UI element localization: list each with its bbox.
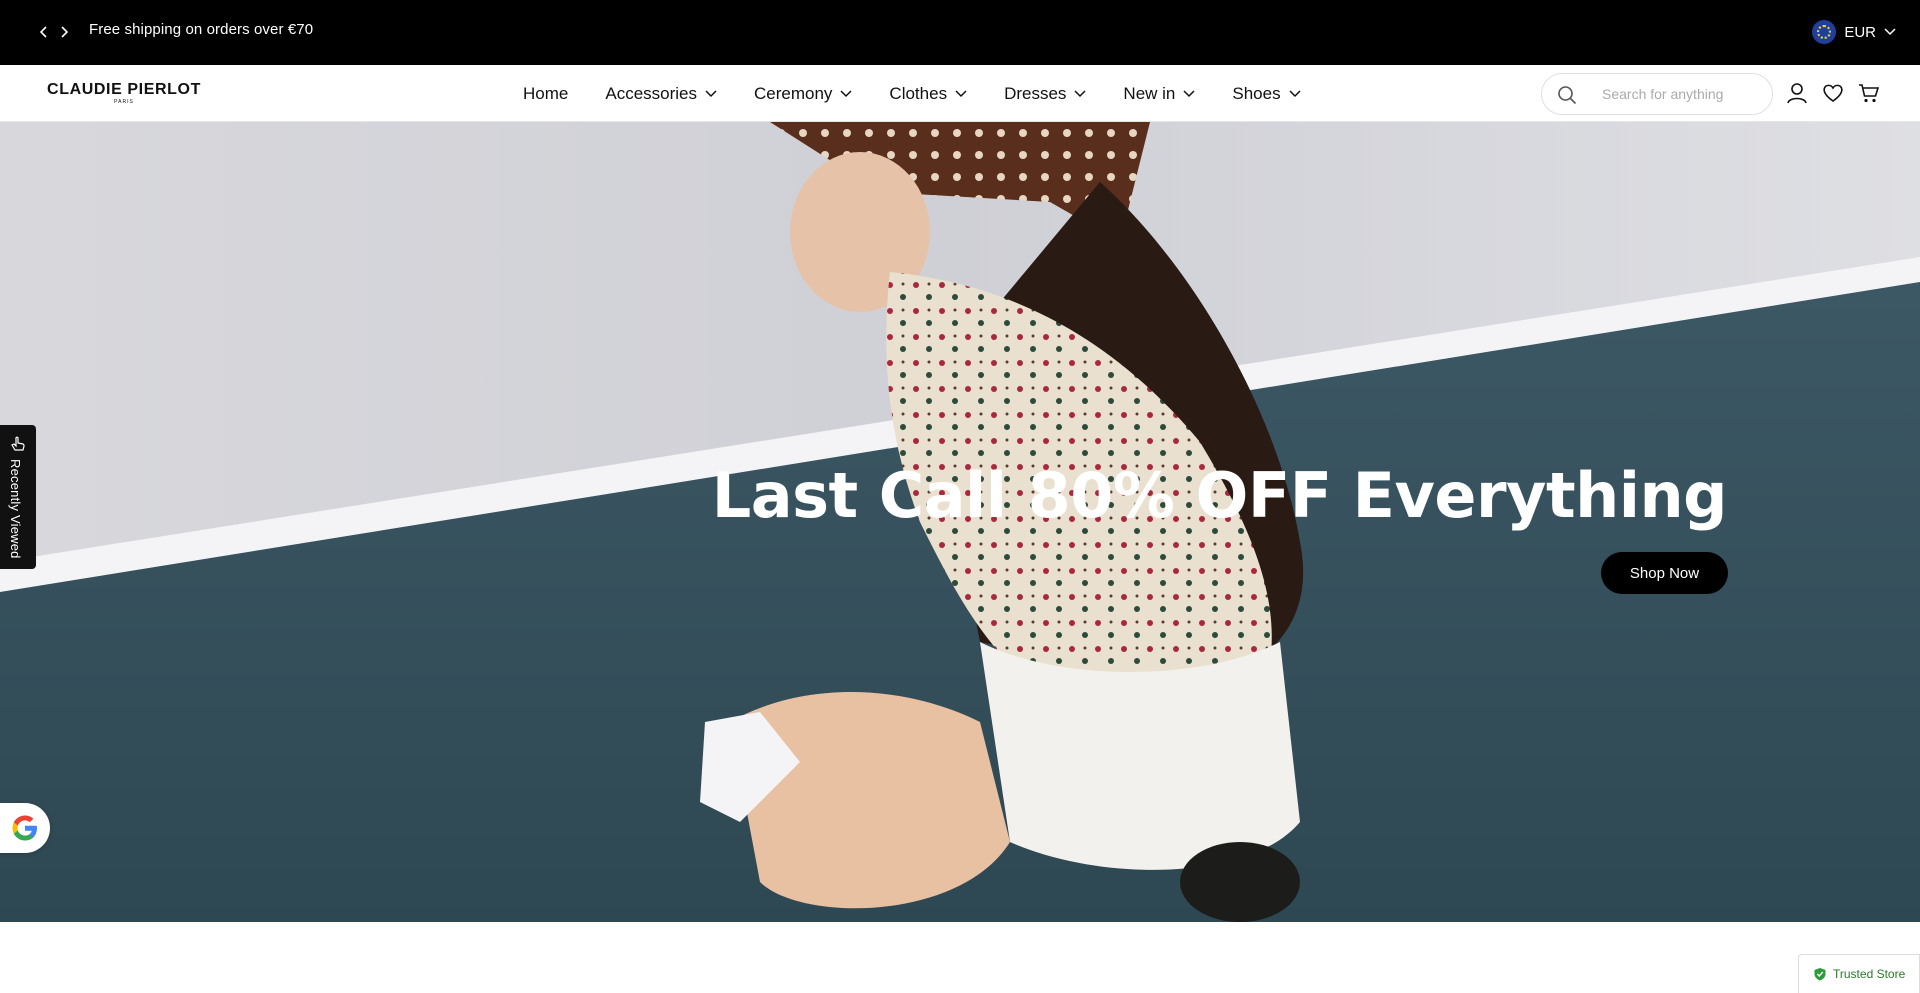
chevron-down-icon [1074, 89, 1086, 97]
nav-label: Accessories [605, 83, 697, 103]
logo[interactable]: CLAUDIE PIERLOT PARIS [39, 81, 209, 106]
heart-icon[interactable] [1822, 82, 1844, 104]
hero-title: Last Call 80% OFF Everything [711, 459, 1728, 532]
search-icon[interactable] [1557, 85, 1577, 105]
eu-flag-icon [1812, 20, 1837, 44]
nav-label: Home [523, 83, 569, 103]
nav-item-new-in[interactable]: New in [1123, 84, 1195, 104]
chevron-down-icon [840, 89, 852, 97]
header-icons [1786, 82, 1880, 104]
search-input[interactable] [1602, 84, 1762, 104]
prev-arrow-icon[interactable] [38, 22, 50, 42]
search-box [1541, 73, 1773, 115]
nav-item-dresses[interactable]: Dresses [1004, 84, 1086, 104]
google-badge[interactable] [0, 803, 50, 853]
currency-selector[interactable]: EUR [1812, 20, 1896, 44]
trusted-store-badge[interactable]: Trusted Store [1798, 954, 1920, 993]
next-arrow-icon[interactable] [58, 22, 70, 42]
nav-item-accessories[interactable]: Accessories [605, 84, 717, 104]
nav-item-ceremony[interactable]: Ceremony [754, 84, 852, 104]
currency-label: EUR [1844, 23, 1876, 41]
nav-label: Shoes [1232, 83, 1281, 103]
nav-label: Clothes [889, 83, 948, 103]
recently-viewed-tab[interactable]: Recently Viewed [0, 425, 36, 569]
user-icon[interactable] [1786, 82, 1808, 104]
site-header: CLAUDIE PIERLOT PARIS Home Accessories C… [0, 65, 1920, 122]
hero-banner: Last Call 80% OFF Everything Shop Now [0, 122, 1920, 922]
announcement-bar: Free shipping on orders over €70 EUR [0, 0, 1920, 65]
chevron-down-icon [1183, 89, 1195, 97]
cart-icon[interactable] [1858, 82, 1880, 104]
hand-pointer-icon [11, 436, 25, 451]
main-nav: Home Accessories Ceremony Clothes Dresse… [523, 65, 1338, 122]
announcement-message: Free shipping on orders over €70 [89, 21, 314, 38]
nav-label: New in [1123, 83, 1176, 103]
nav-label: Ceremony [754, 83, 833, 103]
chevron-down-icon [705, 89, 717, 97]
announcement-arrows [38, 22, 70, 42]
chevron-down-icon [1289, 89, 1301, 97]
shop-now-button[interactable]: Shop Now [1601, 552, 1728, 594]
trusted-store-label: Trusted Store [1833, 967, 1906, 981]
recently-viewed-label: Recently Viewed [8, 459, 23, 559]
logo-sub: PARIS [114, 99, 134, 105]
chevron-down-icon [955, 89, 967, 97]
nav-item-clothes[interactable]: Clothes [889, 84, 967, 104]
google-logo-icon [12, 815, 37, 841]
chevron-down-icon [1884, 28, 1896, 36]
shield-check-icon [1814, 968, 1826, 981]
nav-item-shoes[interactable]: Shoes [1232, 83, 1301, 104]
nav-label: Dresses [1004, 83, 1067, 103]
nav-item-home[interactable]: Home [523, 84, 568, 104]
logo-brand: CLAUDIE PIERLOT [47, 81, 201, 98]
